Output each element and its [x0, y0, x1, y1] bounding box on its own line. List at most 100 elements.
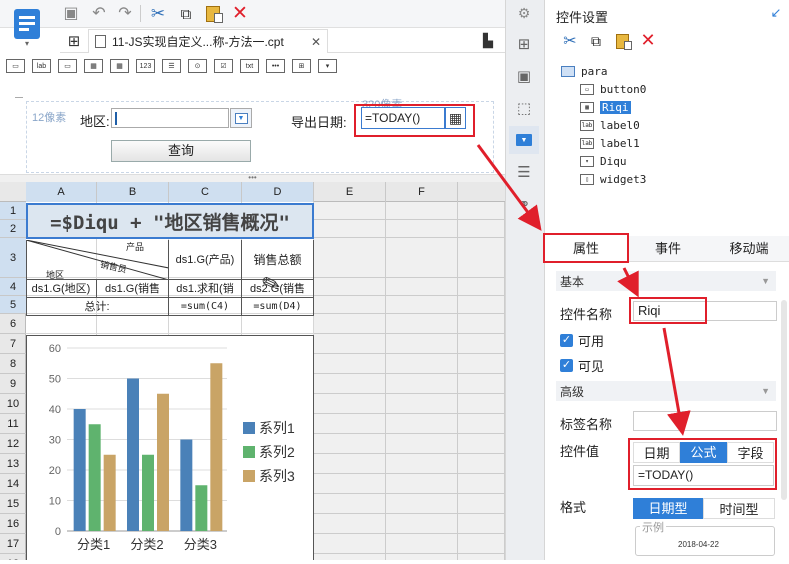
cell-c3[interactable]: ds1.G(产品)	[169, 240, 242, 280]
tree-item[interactable]: ▾ Diqu	[580, 153, 627, 169]
region-dropdown-button[interactable]: ▼	[230, 108, 252, 128]
row-label[interactable]: 13	[0, 454, 26, 474]
number-icon[interactable]: 123	[136, 59, 155, 73]
redo-icon[interactable]: ↷	[116, 4, 134, 22]
tree-item[interactable]: ▭ button0	[580, 81, 646, 97]
row-label[interactable]: 17	[0, 534, 26, 554]
calendar-icon[interactable]: ▦	[110, 59, 129, 73]
dots-icon[interactable]: •••	[266, 59, 285, 73]
paste-icon[interactable]	[203, 4, 223, 24]
copy-icon[interactable]: ⧉	[176, 4, 196, 24]
tree-icon[interactable]: ⊞	[292, 59, 311, 73]
date-icon[interactable]: ▦	[84, 59, 103, 73]
chart-box[interactable]: 60 50 40 30 20 10 0 分类1 分类2 分类3 系列1 系列2 系列3	[26, 335, 314, 560]
tree-item[interactable]: ▦ Riqi	[580, 99, 631, 115]
tree-item[interactable]: lab label1	[580, 135, 640, 151]
row-label[interactable]: 4	[0, 278, 26, 296]
collapse-arrow-icon: ▼	[761, 276, 770, 286]
panel-delete-icon[interactable]: ✕	[638, 30, 658, 50]
tag-input[interactable]	[633, 411, 777, 431]
basic-section-header[interactable]: 基本 ▼	[556, 271, 776, 291]
row-label[interactable]: 9	[0, 374, 26, 394]
save-icon[interactable]: ▣	[62, 4, 80, 22]
cell-d5[interactable]: =sum(D4)	[242, 298, 314, 316]
tab-file[interactable]: 11-JS实现自定义...称-方法一.cpt ✕	[88, 29, 328, 53]
tree-item[interactable]: lab label0	[580, 117, 640, 133]
row-label[interactable]: 3	[0, 238, 26, 278]
cell-total[interactable]: 总计:	[26, 298, 169, 316]
cell-attr-icon[interactable]: ⊞	[513, 34, 535, 54]
row-label[interactable]: 5	[0, 296, 26, 314]
title-cell[interactable]: =$Diqu + "地区销售概况"	[26, 203, 314, 239]
panel-paste-icon[interactable]	[612, 31, 632, 51]
column-label[interactable]: E	[314, 182, 386, 202]
row-label[interactable]: 2	[0, 220, 26, 238]
row-label[interactable]: 7	[0, 334, 26, 354]
check-icon: ✓	[560, 334, 573, 347]
report-logo-icon[interactable]: ▾	[12, 4, 42, 48]
enabled-label: 可用	[578, 334, 605, 349]
column-label[interactable]: A	[26, 182, 97, 202]
text-icon[interactable]: txt	[240, 59, 259, 73]
label-icon[interactable]: lab	[32, 59, 51, 73]
panel-cut-icon[interactable]: ✂	[560, 31, 580, 51]
tab-events[interactable]: 事件	[627, 236, 709, 262]
row-label[interactable]: 6	[0, 314, 26, 334]
collapse-icon[interactable]: ↙	[768, 5, 784, 21]
row-label[interactable]: 12	[0, 434, 26, 454]
format-time-type[interactable]: 时间型	[703, 498, 775, 519]
grid-view-icon[interactable]: ⊞	[64, 31, 84, 51]
calendar-icon: ▦	[580, 101, 594, 113]
cell-a4[interactable]: ds1.G(地区)	[26, 280, 97, 298]
list-icon[interactable]: ☰	[162, 59, 181, 73]
cut-icon[interactable]: ✂	[148, 4, 168, 24]
row-label[interactable]: 15	[0, 494, 26, 514]
row-label[interactable]: 14	[0, 474, 26, 494]
format-date-type[interactable]: 日期型	[633, 498, 703, 519]
data-icon[interactable]: ☰	[513, 162, 535, 182]
widget-settings-icon[interactable]: ▼	[509, 126, 539, 154]
tree-item-label: Riqi	[600, 100, 631, 114]
radio-icon[interactable]: ⊙	[188, 59, 207, 73]
dropdown-icon[interactable]: ▾	[318, 59, 337, 73]
y-tick-label: 40	[49, 404, 61, 416]
frame-icon[interactable]: ⬚	[513, 98, 535, 118]
close-tab-icon[interactable]: ✕	[311, 35, 321, 49]
checkbox-icon[interactable]: ☑	[214, 59, 233, 73]
column-label[interactable]: F	[386, 182, 458, 202]
column-label[interactable]: B	[97, 182, 169, 202]
condition-icon[interactable]: ▣	[513, 66, 535, 86]
splitter[interactable]: •••	[0, 174, 505, 182]
row-label[interactable]: 8	[0, 354, 26, 374]
bar	[73, 409, 86, 531]
right-scrollbar[interactable]	[781, 300, 787, 500]
link-icon[interactable]: ⚭	[513, 194, 535, 214]
query-button[interactable]: 查询	[111, 140, 251, 162]
panel-copy-icon[interactable]: ⧉	[586, 31, 606, 51]
cell-c4[interactable]: ds1.求和(销	[169, 280, 242, 298]
row-label[interactable]: 18	[0, 554, 26, 560]
settings-icon[interactable]: ⚙	[513, 4, 535, 22]
cell-c5[interactable]: =sum(C4)	[169, 298, 242, 316]
textbox-icon[interactable]: ▭	[58, 59, 77, 73]
visible-checkbox[interactable]: ✓ 可见	[560, 356, 604, 375]
row-label[interactable]: 10	[0, 394, 26, 414]
tree-root[interactable]: para	[561, 63, 608, 79]
column-label[interactable]: C	[169, 182, 242, 202]
region-combo[interactable]	[111, 108, 229, 128]
button-icon[interactable]: ▭	[6, 59, 25, 73]
row-label[interactable]: 1	[0, 202, 26, 220]
panel-toggle-icon[interactable]: ▙	[478, 31, 498, 51]
advanced-section-header[interactable]: 高级 ▼	[556, 381, 776, 401]
cell-b4[interactable]: ds1.G(销售	[97, 280, 169, 298]
column-label[interactable]: D	[242, 182, 314, 202]
bar	[210, 363, 223, 531]
delete-icon[interactable]: ✕	[230, 3, 250, 24]
enabled-checkbox[interactable]: ✓ 可用	[560, 331, 604, 350]
tab-mobile[interactable]: 移动端	[709, 236, 789, 262]
undo-icon[interactable]: ↶	[90, 4, 108, 22]
row-label[interactable]: 16	[0, 514, 26, 534]
row-label[interactable]: 11	[0, 414, 26, 434]
tree-item[interactable]: ▯ widget3	[580, 171, 646, 187]
example-label: 示例	[640, 519, 666, 535]
